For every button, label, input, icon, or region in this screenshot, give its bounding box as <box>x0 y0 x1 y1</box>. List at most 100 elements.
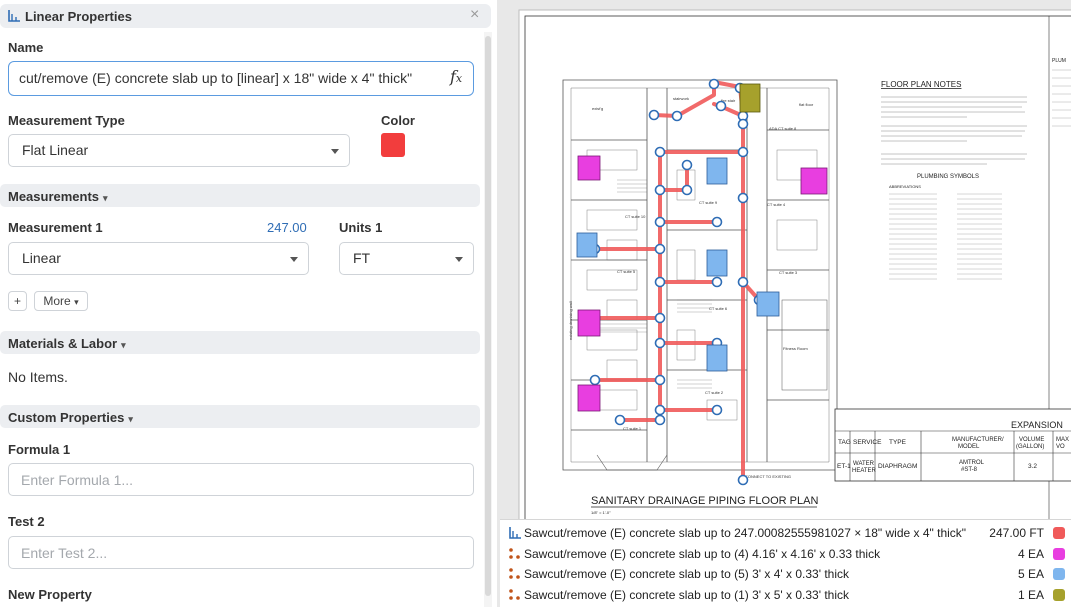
legend-row[interactable]: Sawcut/remove (E) concrete slab up to (1… <box>500 585 1071 605</box>
connect-label: CONNECT TO EXISTING <box>745 474 791 479</box>
color-label: Color <box>381 113 415 128</box>
room-label: CT suite 3 <box>779 270 798 275</box>
properties-panel: Linear Properties × Name cut/remove (E) … <box>0 0 492 607</box>
count-icon <box>509 568 520 579</box>
legend-quantity: 247.00 FT <box>989 526 1044 540</box>
legend-swatch <box>1053 527 1065 539</box>
table-cell: #ST-8 <box>961 467 978 473</box>
custom-properties-section-header[interactable]: Custom Properties ▾ <box>0 405 480 428</box>
table-cell: WATER <box>853 461 875 467</box>
legend-swatch <box>1053 548 1065 560</box>
measurement1-select[interactable]: Linear <box>8 242 309 275</box>
formula-icon[interactable]: fx <box>450 67 462 86</box>
add-measurement-button[interactable]: + <box>8 291 27 311</box>
table-header: MAX <box>1056 437 1069 443</box>
custom-properties-section-title: Custom Properties <box>8 410 125 425</box>
expansion-table-title: EXPANSION <box>1011 420 1063 430</box>
more-button-label: More <box>43 294 71 308</box>
legend-text: Sawcut/remove (E) concrete slab up to 24… <box>524 526 967 540</box>
room-label: CT suite 6 <box>709 306 728 311</box>
room-label: stairwork <box>673 96 689 101</box>
table-header: TAG <box>838 439 851 446</box>
chevron-down-icon: ▾ <box>121 340 126 350</box>
abbreviations-title: ABBREVIATIONS <box>889 184 921 189</box>
new-property-label: New Property <box>8 587 92 602</box>
test2-input[interactable] <box>8 536 474 569</box>
table-cell: HEATER <box>852 468 877 474</box>
materials-section-title: Materials & Labor <box>8 336 118 351</box>
room-label: CT suite 5 <box>617 269 636 274</box>
measurement1-value: 247.00 <box>267 220 307 235</box>
legend-quantity: 4 EA <box>1017 547 1044 561</box>
table-cell: 3.2 <box>1028 463 1037 470</box>
panel-scrollbar[interactable] <box>484 32 492 607</box>
plumbing-symbols-title: PLUMBING SYMBOLS <box>917 174 979 180</box>
room-label: CT suite 4 <box>767 202 786 207</box>
room-label: CT suite 9 <box>699 200 718 205</box>
measurement-type-select[interactable]: Flat Linear <box>8 134 350 167</box>
drawing-scale: 1/8" = 1'-0" <box>591 510 611 515</box>
table-cell: AMTROL <box>959 460 985 466</box>
table-header: TYPE <box>889 439 907 446</box>
legend-quantity: 5 EA <box>1017 567 1044 581</box>
room-label: CT suite 2 <box>705 390 724 395</box>
panel-title: Linear Properties <box>25 9 132 24</box>
measurement-legend: Sawcut/remove (E) concrete slab up to 24… <box>500 519 1071 607</box>
count-markers-olive[interactable] <box>739 83 761 113</box>
close-icon[interactable]: × <box>470 6 479 24</box>
legend-text: Sawcut/remove (E) concrete slab up to (1… <box>524 588 850 602</box>
legend-row[interactable]: Sawcut/remove (E) concrete slab up to 24… <box>500 523 1071 543</box>
materials-section-header[interactable]: Materials & Labor ▾ <box>0 331 480 354</box>
measurement-type-label: Measurement Type <box>8 113 125 128</box>
name-label: Name <box>8 40 44 55</box>
plan-sheet[interactable]: PLUM exist'g stairwork fire stair flat f… <box>497 0 1071 607</box>
measurement-type-value: Flat Linear <box>22 142 89 158</box>
no-items-text: No Items. <box>8 369 68 385</box>
chevron-down-icon <box>290 257 298 262</box>
room-label: Fitness Room <box>783 346 808 351</box>
formula1-input[interactable] <box>8 463 474 496</box>
legend-quantity: 1 EA <box>1017 588 1044 602</box>
legend-swatch <box>1053 568 1065 580</box>
drawing-viewer[interactable]: PLUM exist'g stairwork fire stair flat f… <box>497 0 1071 607</box>
chevron-down-icon <box>455 257 463 262</box>
drawing-title: SANITARY DRAINAGE PIPING FLOOR PLAN <box>591 495 818 507</box>
legend-text: Sawcut/remove (E) concrete slab up to (5… <box>524 567 850 581</box>
units1-select-value: FT <box>353 250 371 266</box>
more-button[interactable]: More ▾ <box>34 291 88 311</box>
measurements-section-title: Measurements <box>8 189 100 204</box>
table-header: SERVICE <box>853 439 882 446</box>
chevron-down-icon: ▾ <box>103 193 108 203</box>
table-header: VOLUME <box>1019 437 1044 443</box>
wall-label: existing demising wall <box>568 301 573 340</box>
table-header: MANUFACTURER/ <box>952 437 1004 443</box>
count-icon <box>509 589 520 600</box>
measurement1-select-value: Linear <box>22 250 61 266</box>
chevron-down-icon: ▾ <box>74 297 79 307</box>
chevron-down-icon: ▾ <box>128 414 133 424</box>
right-edge-label: PLUM <box>1052 58 1066 64</box>
table-cell: DIAPHRAGM <box>878 463 917 470</box>
measurements-section-header[interactable]: Measurements ▾ <box>0 184 480 207</box>
measurement1-label: Measurement 1 <box>8 220 103 235</box>
name-input[interactable]: cut/remove (E) concrete slab up to [line… <box>8 61 474 96</box>
units1-select[interactable]: FT <box>339 242 474 275</box>
linear-icon <box>509 527 521 539</box>
linear-icon <box>8 10 20 22</box>
table-header: MODEL <box>958 444 980 450</box>
formula1-label: Formula 1 <box>8 442 71 457</box>
table-header: VO <box>1056 444 1065 450</box>
room-label: exist'g <box>592 106 603 111</box>
expansion-table: EXPANSION TAG SERVICE TYPE MANUFACTURER/… <box>834 408 1071 482</box>
panel-titlebar: Linear Properties × <box>0 4 491 28</box>
test2-label: Test 2 <box>8 514 45 529</box>
units1-label: Units 1 <box>339 220 383 235</box>
floor-plan-notes-title: FLOOR PLAN NOTES <box>881 80 961 89</box>
table-header: (GALLON) <box>1016 444 1044 450</box>
color-swatch[interactable] <box>381 133 405 157</box>
scrollbar-thumb[interactable] <box>485 36 491 596</box>
table-cell: ET-1 <box>837 463 851 470</box>
legend-row[interactable]: Sawcut/remove (E) concrete slab up to (5… <box>500 564 1071 584</box>
room-label: ADA CT suite 8 <box>769 126 797 131</box>
legend-row[interactable]: Sawcut/remove (E) concrete slab up to (4… <box>500 544 1071 564</box>
